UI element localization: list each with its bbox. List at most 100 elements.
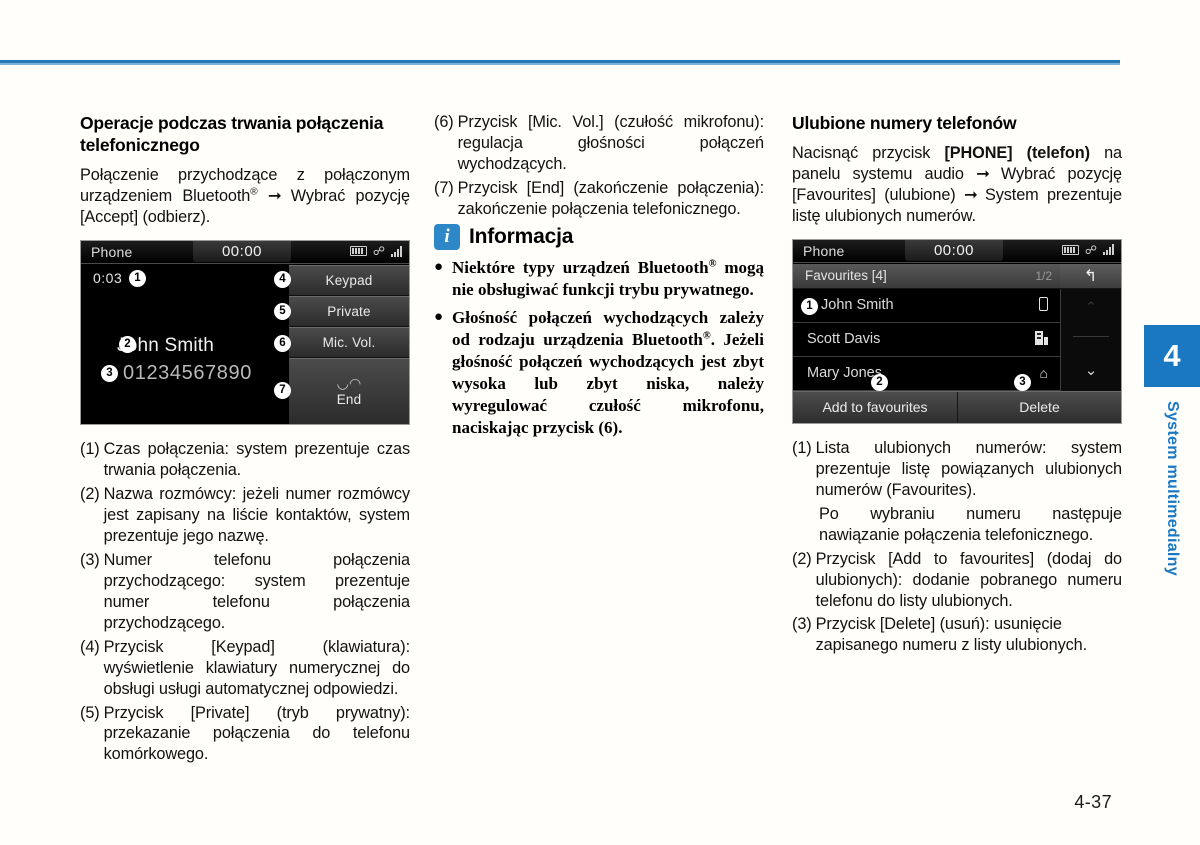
back-arrow-icon: ↰ (1083, 267, 1098, 285)
info-bullet-item: ● Niektóre typy urządzeń Bluetooth® mogą… (434, 257, 764, 301)
registered-mark: ® (702, 330, 711, 342)
status-icons: ☍ (1061, 242, 1114, 257)
list-marker: (2) (80, 485, 100, 504)
call-duration: 0:03 (93, 270, 123, 287)
page-number: 4-37 (1074, 792, 1112, 812)
delete-label: Delete (1019, 399, 1060, 416)
status-title: Phone (91, 244, 133, 261)
status-icons: ☍ (349, 244, 402, 259)
list-text: Numer telefonu połączenia przychodzącego… (103, 550, 410, 632)
chapter-label: System multimedialny (1164, 401, 1181, 576)
end-call-button[interactable]: ◡◠ End (289, 358, 409, 425)
office-phone-icon (1035, 331, 1048, 347)
list-text: Przycisk [Private] (tryb prywatny): prze… (103, 703, 410, 764)
arrow-glyph: ➞ (963, 186, 978, 205)
battery-icon (349, 246, 367, 257)
status-title: Phone (803, 242, 845, 259)
list-marker: (2) (792, 549, 812, 568)
list-text: Nazwa rozmówcy: jeżeli numer rozmówcy je… (103, 485, 410, 545)
back-button[interactable]: ↰ (1060, 263, 1121, 289)
section-title-favourites: Ulubione numery telefonów (792, 113, 1017, 133)
favourites-bottom-bar: Add to favourites Delete (793, 390, 1121, 423)
chapter-number: 4 (1144, 325, 1200, 387)
scroll-down-button[interactable]: ⌄ (1061, 361, 1121, 379)
list-item: (6) Przycisk [Mic. Vol.] (czułość mikrof… (434, 112, 764, 175)
mic-vol-button-label: Mic. Vol. (322, 335, 376, 351)
keypad-button[interactable]: ◄ Keypad (279, 265, 409, 297)
arrow-glyph: ➞ (976, 165, 990, 184)
end-call-icon: ◡◠ (336, 375, 362, 392)
list-marker: (3) (792, 615, 812, 634)
list-text: Przycisk [Add to favourites] (dodaj do u… (815, 549, 1122, 610)
intro-paragraph-right: Nacisnąć przycisk [PHONE] (telefon) na p… (792, 143, 1122, 227)
list-item: (2) Przycisk [Add to favourites] (dodaj … (792, 549, 1122, 612)
bullet-icon: ● (434, 258, 444, 275)
info-bullet-text: Głośność połączeń wychodzących zależy od… (452, 307, 764, 440)
chapter-tab: 4 System multimedialny (1144, 325, 1200, 581)
list-item: (2) Nazwa rozmówcy: jeżeli numer rozmówc… (80, 484, 410, 547)
callout-marker-1: 1 (129, 270, 146, 288)
sub-paragraph: Po wybraniu numeru następuje nawiązanie … (819, 504, 1122, 544)
keypad-button-label: Keypad (325, 273, 373, 289)
call-side-buttons: ◄ Keypad Private Mic. Vol. ◡◠ End (279, 265, 409, 425)
contact-name: Scott Davis (807, 331, 881, 348)
callout-marker-3: 3 (1014, 373, 1031, 391)
header-rule (0, 60, 1120, 65)
column-left: Operacje podczas trwania połączenia tele… (80, 112, 410, 768)
info-text-a: Niektóre typy urządzeń Bluetooth (452, 257, 709, 277)
head-unit-call-screen: Phone 00:00 ☍ 0:03 1 2 John Smith 3 0123… (80, 240, 410, 426)
callout-marker-1: 1 (801, 297, 818, 315)
list-text: Przycisk [Keypad] (klawiatura): wyświetl… (103, 637, 410, 698)
list-marker: (7) (434, 178, 454, 197)
list-item: (3) Przycisk [Delete] (usuń): usunięcie … (792, 614, 1122, 656)
delete-button[interactable]: Delete (957, 391, 1121, 423)
list-item[interactable]: John Smith (793, 289, 1062, 323)
add-to-favourites-label: Add to favourites (822, 399, 928, 416)
bullet-icon: ● (434, 308, 444, 325)
list-text: Czas połączenia: system prezentuje czas … (103, 440, 410, 480)
info-bullet-text: Niektóre typy urządzeń Bluetooth® mogą n… (452, 257, 764, 301)
document-page: Operacje podczas trwania połączenia tele… (0, 0, 1200, 845)
clock-text: 00:00 (221, 243, 263, 261)
list-item: (3) Numer telefonu połączenia przychodzą… (80, 550, 410, 634)
caller-number: 01234567890 (123, 362, 252, 385)
arrow-glyph: ➞ (267, 187, 282, 206)
info-bullet-item: ● Głośność połączeń wychodzących zależy … (434, 307, 764, 440)
scroll-up-button[interactable]: ⌃ (1061, 299, 1121, 315)
list-item[interactable]: Scott Davis (793, 323, 1062, 357)
column-middle: (6) Przycisk [Mic. Vol.] (czułość mikrof… (434, 112, 764, 445)
column-right: Ulubione numery telefonów Nacisnąć przyc… (792, 112, 1122, 659)
list-marker: (4) (80, 637, 100, 656)
list-text: Lista ulubionych numerów: system prezent… (815, 438, 1122, 499)
status-bar: Phone 00:00 ☍ (81, 241, 409, 265)
information-box-header: i Informacja (434, 223, 764, 250)
bluetooth-icon: ☍ (372, 244, 385, 259)
info-icon: i (434, 223, 460, 250)
list-marker: (6) (434, 113, 454, 131)
mic-vol-button[interactable]: Mic. Vol. (289, 327, 409, 359)
favourites-header: Favourites [4] 1/2 (793, 263, 1062, 289)
end-call-label: End (336, 392, 362, 408)
bluetooth-icon: ☍ (1084, 242, 1097, 257)
list-marker: (1) (80, 440, 100, 459)
list-text: Przycisk [End] (zakończenie połączenia):… (457, 178, 764, 218)
phone-button-reference: [PHONE] (telefon) (944, 144, 1090, 163)
registered-mark: ® (250, 186, 258, 198)
status-bar: Phone 00:00 ☍ (793, 239, 1121, 263)
add-to-favourites-button[interactable]: Add to favourites (793, 391, 957, 423)
list-item: (4) Przycisk [Keypad] (klawiatura): wyśw… (80, 637, 410, 700)
private-button-label: Private (327, 304, 371, 320)
list-text: Przycisk [Mic. Vol.] (czułość mikrofonu)… (457, 113, 764, 173)
callout-marker-2: 2 (871, 373, 888, 391)
intro-text-a: Nacisnąć przycisk (792, 144, 945, 163)
list-marker: (3) (80, 550, 100, 569)
scroll-divider (1073, 335, 1109, 337)
information-title: Informacja (469, 224, 574, 248)
clock-container: 00:00 (193, 241, 291, 263)
page-title: Operacje podczas trwania połączenia tele… (80, 113, 384, 156)
private-button[interactable]: Private (289, 296, 409, 328)
favourites-title: Favourites [4] (805, 267, 887, 283)
list-item: (1) Czas połączenia: system prezentuje c… (80, 439, 410, 481)
list-item: (5) Przycisk [Private] (tryb prywatny): … (80, 703, 410, 766)
signal-icon (391, 245, 402, 257)
